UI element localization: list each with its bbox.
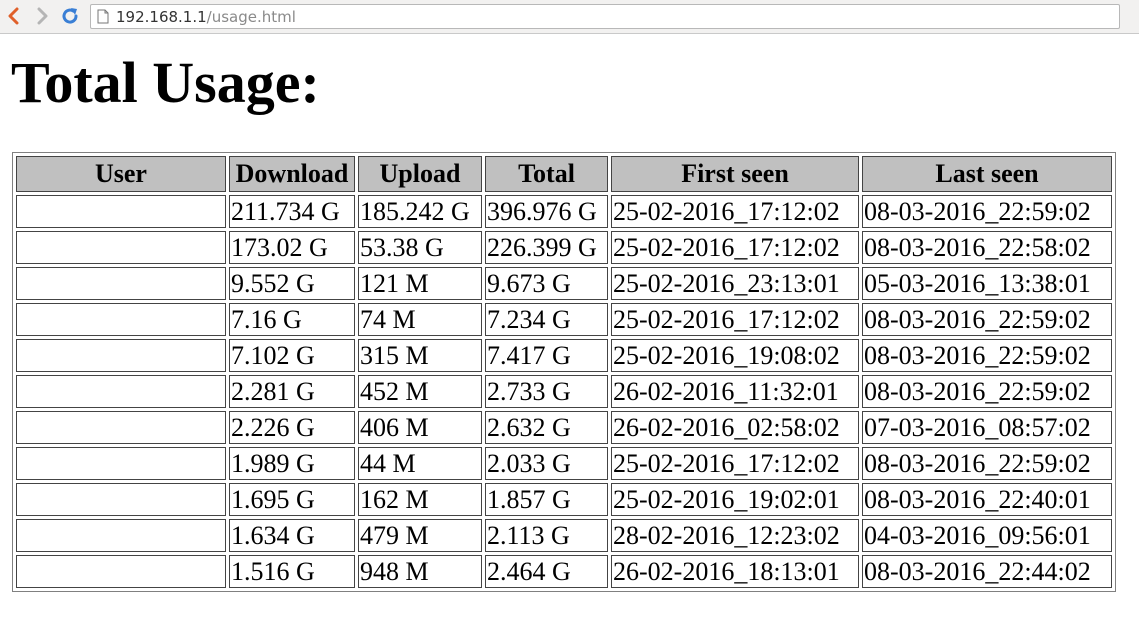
last-seen-cell: 07-03-2016_08:57:02: [862, 411, 1112, 444]
first-seen-cell: 25-02-2016_17:12:02: [611, 195, 859, 228]
url-host: 192.168.1.1: [116, 7, 207, 26]
last-seen-cell: 08-03-2016_22:59:02: [862, 447, 1112, 480]
page-content: Total Usage: User Download Upload Total …: [0, 35, 1139, 624]
forward-button[interactable]: [32, 6, 52, 26]
header-first-seen: First seen: [611, 156, 859, 192]
user-cell: [16, 339, 226, 372]
last-seen-cell: 08-03-2016_22:58:02: [862, 231, 1112, 264]
total-cell: 7.417 G: [485, 339, 608, 372]
download-cell: 2.226 G: [229, 411, 355, 444]
first-seen-cell: 26-02-2016_11:32:01: [611, 375, 859, 408]
total-cell: 226.399 G: [485, 231, 608, 264]
total-cell: 2.632 G: [485, 411, 608, 444]
total-cell: 7.234 G: [485, 303, 608, 336]
table-row: 2.281 G 452 M 2.733 G 26-02-2016_11:32:01 08…: [16, 375, 1112, 408]
total-cell: 2.733 G: [485, 375, 608, 408]
table-row: 211.734 G 185.242 G 396.976 G 25-02-2016_17…: [16, 195, 1112, 228]
download-cell: 211.734 G: [229, 195, 355, 228]
user-cell: [16, 555, 226, 588]
usage-table: User Download Upload Total First seen La…: [12, 152, 1116, 592]
first-seen-cell: 25-02-2016_19:02:01: [611, 483, 859, 516]
total-cell: 2.033 G: [485, 447, 608, 480]
user-cell: [16, 483, 226, 516]
user-cell: [16, 195, 226, 228]
last-seen-cell: 04-03-2016_09:56:01: [862, 519, 1112, 552]
first-seen-cell: 25-02-2016_19:08:02: [611, 339, 859, 372]
last-seen-cell: 08-03-2016_22:40:01: [862, 483, 1112, 516]
table-header-row: User Download Upload Total First seen La…: [16, 156, 1112, 192]
total-cell: 1.857 G: [485, 483, 608, 516]
download-cell: 7.102 G: [229, 339, 355, 372]
reload-icon: [62, 8, 78, 24]
page-title: Total Usage:: [11, 50, 320, 115]
back-arrow-icon: [8, 7, 19, 25]
download-cell: 1.989 G: [229, 447, 355, 480]
total-cell: 9.673 G: [485, 267, 608, 300]
total-cell: 396.976 G: [485, 195, 608, 228]
user-cell: [16, 231, 226, 264]
page-icon: [97, 9, 109, 24]
upload-cell: 479 M: [358, 519, 482, 552]
user-cell: [16, 303, 226, 336]
download-cell: 173.02 G: [229, 231, 355, 264]
upload-cell: 74 M: [358, 303, 482, 336]
upload-cell: 44 M: [358, 447, 482, 480]
upload-cell: 53.38 G: [358, 231, 482, 264]
last-seen-cell: 08-03-2016_22:59:02: [862, 339, 1112, 372]
upload-cell: 948 M: [358, 555, 482, 588]
first-seen-cell: 25-02-2016_23:13:01: [611, 267, 859, 300]
table-row: 7.16 G 74 M 7.234 G 25-02-2016_17:12:02 08-0…: [16, 303, 1112, 336]
user-cell: [16, 375, 226, 408]
table-row: 173.02 G 53.38 G 226.399 G 25-02-2016_17:12…: [16, 231, 1112, 264]
table-row: 9.552 G 121 M 9.673 G 25-02-2016_23:13:01 05…: [16, 267, 1112, 300]
header-last-seen: Last seen: [862, 156, 1112, 192]
last-seen-cell: 08-03-2016_22:59:02: [862, 375, 1112, 408]
user-cell: [16, 411, 226, 444]
first-seen-cell: 28-02-2016_12:23:02: [611, 519, 859, 552]
browser-toolbar: 192.168.1.1/usage.html: [0, 0, 1139, 34]
upload-cell: 185.242 G: [358, 195, 482, 228]
total-cell: 2.464 G: [485, 555, 608, 588]
address-bar[interactable]: 192.168.1.1/usage.html: [90, 4, 1120, 29]
download-cell: 9.552 G: [229, 267, 355, 300]
download-cell: 1.695 G: [229, 483, 355, 516]
forward-arrow-icon: [37, 7, 48, 25]
user-cell: [16, 519, 226, 552]
table-body: 211.734 G 185.242 G 396.976 G 25-02-2016_17…: [16, 195, 1112, 588]
first-seen-cell: 25-02-2016_17:12:02: [611, 231, 859, 264]
table-row: 1.989 G 44 M 2.033 G 25-02-2016_17:12:02 08-…: [16, 447, 1112, 480]
first-seen-cell: 26-02-2016_02:58:02: [611, 411, 859, 444]
last-seen-cell: 08-03-2016_22:44:02: [862, 555, 1112, 588]
header-user: User: [16, 156, 226, 192]
last-seen-cell: 08-03-2016_22:59:02: [862, 195, 1112, 228]
upload-cell: 406 M: [358, 411, 482, 444]
upload-cell: 315 M: [358, 339, 482, 372]
first-seen-cell: 25-02-2016_17:12:02: [611, 303, 859, 336]
table-row: 7.102 G 315 M 7.417 G 25-02-2016_19:08:02 08…: [16, 339, 1112, 372]
total-cell: 2.113 G: [485, 519, 608, 552]
url-path: /usage.html: [206, 7, 296, 26]
download-cell: 1.516 G: [229, 555, 355, 588]
last-seen-cell: 08-03-2016_22:59:02: [862, 303, 1112, 336]
table-row: 2.226 G 406 M 2.632 G 26-02-2016_02:58:02 07…: [16, 411, 1112, 444]
download-cell: 7.16 G: [229, 303, 355, 336]
table-row: 1.516 G 948 M 2.464 G 26-02-2016_18:13:01 08…: [16, 555, 1112, 588]
back-button[interactable]: [4, 6, 24, 26]
upload-cell: 162 M: [358, 483, 482, 516]
user-cell: [16, 267, 226, 300]
user-cell: [16, 447, 226, 480]
upload-cell: 452 M: [358, 375, 482, 408]
reload-button[interactable]: [60, 6, 80, 26]
header-total: Total: [485, 156, 608, 192]
first-seen-cell: 26-02-2016_18:13:01: [611, 555, 859, 588]
header-upload: Upload: [358, 156, 482, 192]
last-seen-cell: 05-03-2016_13:38:01: [862, 267, 1112, 300]
download-cell: 2.281 G: [229, 375, 355, 408]
header-download: Download: [229, 156, 355, 192]
table-row: 1.695 G 162 M 1.857 G 25-02-2016_19:02:01 08…: [16, 483, 1112, 516]
upload-cell: 121 M: [358, 267, 482, 300]
download-cell: 1.634 G: [229, 519, 355, 552]
table-row: 1.634 G 479 M 2.113 G 28-02-2016_12:23:02 04…: [16, 519, 1112, 552]
first-seen-cell: 25-02-2016_17:12:02: [611, 447, 859, 480]
